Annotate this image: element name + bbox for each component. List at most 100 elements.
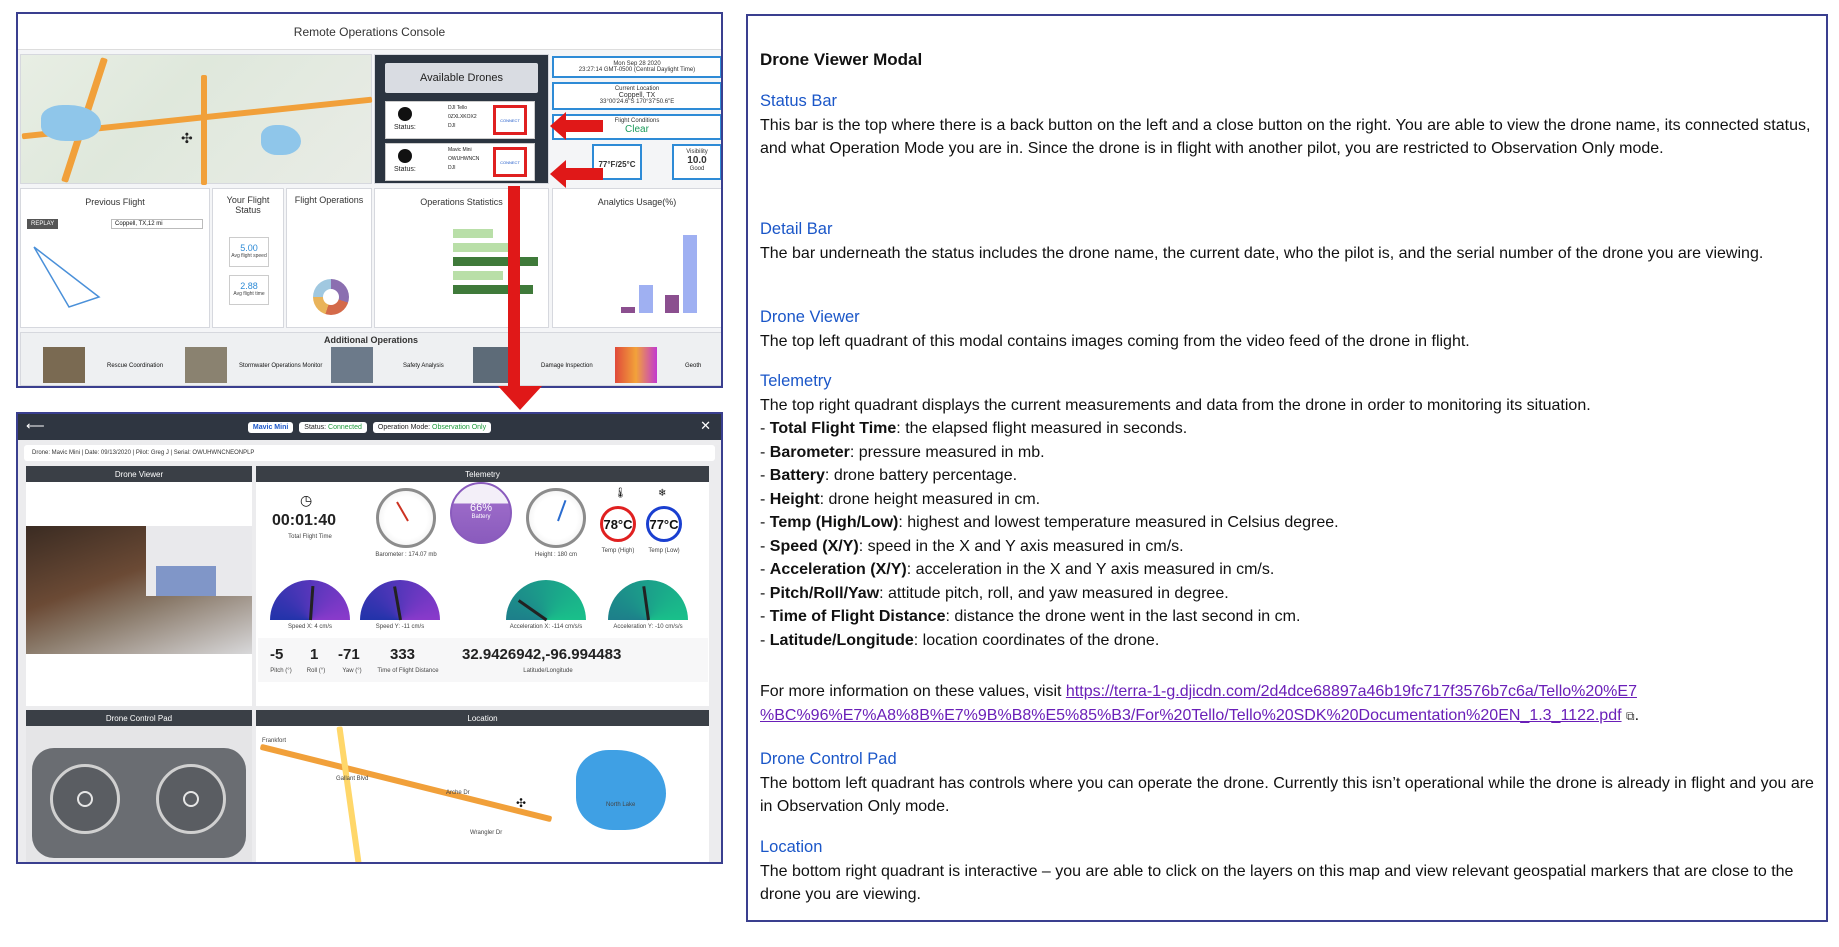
battery-gauge: 66% Battery	[450, 482, 512, 544]
pointer-arrow-bar	[565, 168, 603, 180]
avg-speed-value: 5.00	[240, 243, 258, 253]
back-arrow-icon[interactable]: ⟵	[26, 419, 45, 433]
operation-label[interactable]: Rescue Coordination	[107, 363, 163, 369]
ops-bar	[453, 243, 513, 252]
operation-thumb[interactable]	[331, 347, 373, 383]
map-label: North Lake	[606, 802, 636, 808]
map-label: Gallant Blvd	[336, 776, 369, 782]
roll-value: 1	[310, 646, 319, 663]
accel-y-gauge	[608, 580, 688, 621]
tello-sdk-link-line2[interactable]: %BC%96%E7%A8%8B%E7%9B%B8%E5%85%B3/For%20…	[760, 707, 1622, 724]
speed-y-gauge	[360, 580, 440, 621]
telemetry-desc: : drone battery percentage.	[824, 467, 1018, 484]
operation-label[interactable]: Safety Analysis	[403, 363, 444, 369]
drone-serial: 0ZXLXKOX2	[448, 114, 477, 120]
drone-viewer-section: Drone Viewer The top left quadrant of th…	[760, 306, 1818, 353]
drone-model: DJI	[448, 123, 456, 129]
flight-time-value: 00:01:40	[272, 512, 337, 529]
telemetry-quadrant: Telemetry ◷ 00:01:40 Total Flight Time B…	[256, 466, 709, 706]
console-title: Remote Operations Console	[18, 14, 721, 50]
root: Remote Operations Console ✣ Available Dr…	[0, 0, 1839, 947]
status-label: Status:	[304, 423, 327, 431]
section-text: The bottom left quadrant has controls wh…	[760, 774, 1814, 816]
section-text: The bottom right quadrant is interactive…	[760, 862, 1794, 904]
description-document: Drone Viewer Modal Status Bar This bar i…	[746, 14, 1828, 922]
analytics-usage-panel: Analytics Usage(%)	[552, 188, 721, 328]
right-joystick[interactable]	[156, 764, 226, 834]
telemetry-desc: : distance the drone went in the last se…	[945, 608, 1301, 625]
drone-marker-icon[interactable]: ✣	[516, 796, 526, 810]
map-label: Wrangler Dr	[470, 830, 503, 836]
connect-button-tello[interactable]: CONNECT	[493, 105, 527, 135]
section-heading: Location	[760, 838, 823, 856]
map-label: Arche Dr	[446, 790, 470, 796]
operation-thumb[interactable]	[43, 347, 85, 383]
telemetry-desc: : the elapsed flight measured in seconds…	[896, 420, 1188, 437]
console-map[interactable]: ✣	[20, 54, 373, 185]
previous-flight-panel: Previous Flight REPLAY Coppell, TX,12 mi	[20, 188, 210, 328]
your-flight-status-panel: Your Flight Status 5.00 Avg flight speed…	[212, 188, 284, 328]
status-pill: Status: Connected	[299, 421, 367, 433]
available-drones-panel: Available Drones Status: DJI Tello 0ZXLX…	[374, 54, 549, 184]
doc-title: Drone Viewer Modal	[760, 50, 923, 69]
drone-name: DJI Tello	[448, 105, 468, 111]
left-joystick[interactable]	[50, 764, 120, 834]
telemetry-term: Latitude/Longitude	[769, 631, 914, 649]
telemetry-term: Barometer	[769, 443, 850, 461]
available-drones-title: Available Drones	[385, 63, 538, 93]
telemetry-term: Temp (High/Low)	[769, 514, 899, 531]
analytics-bar	[665, 295, 679, 313]
mode-value: Observation Only	[432, 423, 487, 431]
pitch-label: Pitch (°)	[270, 668, 292, 674]
operations-statistics-title: Operations Statistics	[420, 197, 503, 207]
section-heading: Drone Viewer	[760, 308, 860, 326]
telemetry-desc: : location coordinates of the drone.	[913, 631, 1160, 649]
telemetry-desc: : speed in the X and Y axis measured in …	[858, 537, 1184, 555]
previous-flight-select[interactable]: Coppell, TX,12 mi	[111, 219, 203, 229]
section-heading: Drone Control Pad	[760, 750, 897, 768]
visibility-value: 10.0	[687, 155, 707, 166]
location-quadrant[interactable]: Location ✣ Frankfort Gallant Blvd North …	[256, 710, 709, 862]
analytics-usage-title: Analytics Usage(%)	[597, 197, 677, 207]
telemetry-desc: : attitude pitch, roll, and yaw measured…	[879, 584, 1229, 602]
tello-sdk-link-line1[interactable]: https://terra-1-g.djicdn.com/2d4dce68897…	[1066, 683, 1637, 700]
connect-button-mavic[interactable]: CONNECT	[493, 147, 527, 177]
speed-x-label: Speed X: 4 cm/s	[287, 624, 333, 630]
drone-avatar-icon	[398, 149, 412, 163]
down-arrow-icon	[498, 386, 542, 410]
pointer-arrow-icon	[550, 112, 566, 140]
operation-thumb[interactable]	[185, 347, 227, 383]
operation-label[interactable]: Damage Inspection	[541, 363, 593, 369]
clock-icon: ◷	[300, 492, 313, 508]
drone-name: Mavic Mini	[448, 147, 472, 153]
status-bar: ⟵ Mavic Mini Status: Connected Operation…	[18, 414, 721, 440]
avg-speed-label: Avg flight speed	[231, 253, 267, 259]
battery-label: Battery	[471, 514, 491, 520]
drone-model: DJI	[448, 165, 456, 171]
operation-label[interactable]: Stormwater Operations Monitor	[239, 363, 322, 369]
section-text: This bar is the top where there is a bac…	[760, 116, 1811, 158]
operation-label[interactable]: Geoth	[685, 363, 701, 369]
external-link-icon[interactable]: ⧉	[1626, 709, 1635, 723]
avg-speed-card: 5.00 Avg flight speed	[229, 237, 269, 267]
additional-operations-title: Additional Operations	[323, 335, 418, 345]
replay-button[interactable]: REPLAY	[27, 219, 59, 229]
ops-bar	[453, 229, 493, 238]
flight-operations-panel: Flight Operations	[286, 188, 372, 328]
tof-label: Time of Flight Distance	[377, 668, 439, 674]
flight-operations-title: Flight Operations	[294, 195, 364, 205]
attitude-row: -5 Pitch (°) 1 Roll (°) -71 Yaw (°) 333 …	[258, 638, 708, 682]
section-heading: Detail Bar	[760, 220, 833, 238]
close-icon[interactable]: ✕	[700, 419, 711, 433]
control-pad-quadrant: Drone Control Pad	[26, 710, 252, 862]
pointer-arrow-bar	[565, 120, 603, 132]
section-text: The bar underneath the status includes t…	[760, 244, 1764, 262]
telemetry-list-item: - Speed (X/Y): speed in the X and Y axis…	[760, 537, 1184, 555]
operations-statistics-panel: Operations Statistics	[374, 188, 549, 328]
operation-thumb[interactable]	[615, 347, 657, 383]
drone-avatar-icon	[398, 107, 412, 121]
battery-value: 66%	[469, 502, 493, 514]
telemetry-list-item: - Pitch/Roll/Yaw: attitude pitch, roll, …	[760, 584, 1229, 602]
control-pad-header: Drone Control Pad	[26, 710, 252, 726]
drone-viewer-header: Drone Viewer	[26, 466, 252, 482]
